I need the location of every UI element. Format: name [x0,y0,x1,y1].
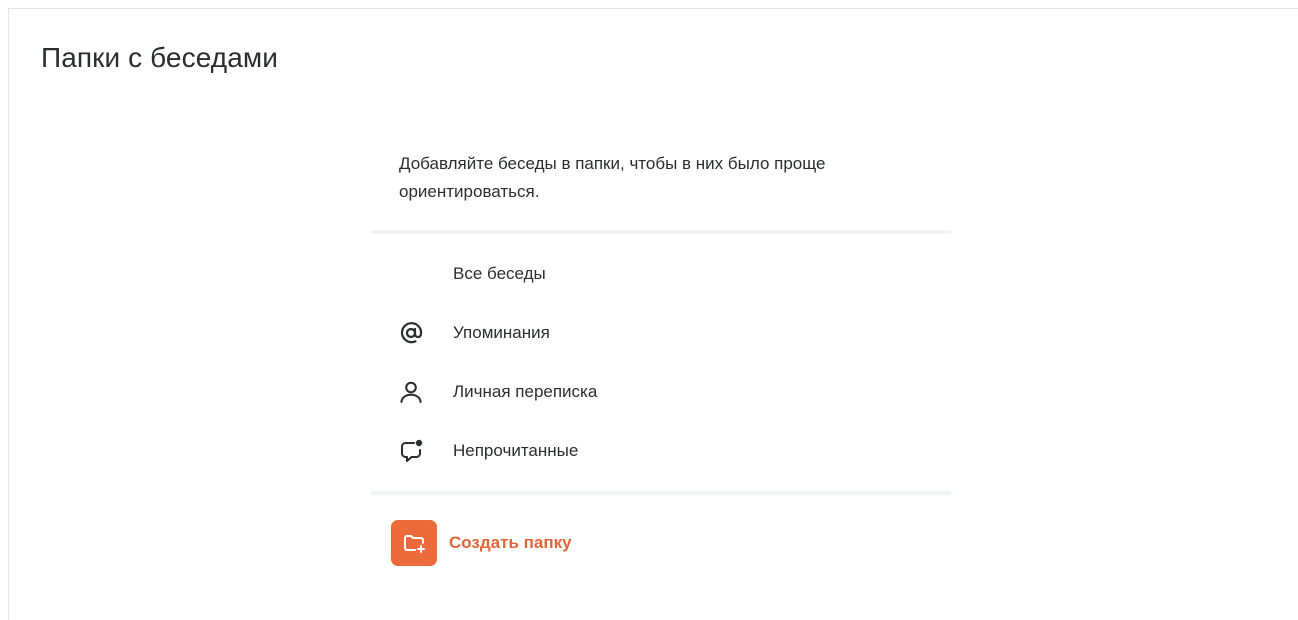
unread-message-icon [391,431,431,471]
divider [371,230,951,234]
page-title: Папки с беседами [41,42,278,73]
folder-item-label: Личная переписка [453,382,598,401]
at-sign-icon [391,313,431,353]
folder-item-all-chats[interactable]: Все беседы [371,245,951,303]
folder-item-label: Упоминания [453,323,550,342]
divider [371,491,951,495]
folder-item-label: Непрочитанные [453,441,579,460]
create-folder-button[interactable]: Создать папку [391,520,572,566]
person-icon [391,372,431,412]
folder-plus-icon [391,520,437,566]
create-folder-label: Создать папку [449,533,572,552]
folder-item-unread[interactable]: Непрочитанные [371,422,951,480]
folder-item-mentions[interactable]: Упоминания [371,304,951,362]
folder-item-label: Все беседы [453,264,546,283]
folders-panel: Папки с беседами Добавляйте беседы в пап… [8,8,1298,620]
folder-item-personal[interactable]: Личная переписка [371,363,951,421]
empty-icon-slot [391,254,431,294]
folders-description: Добавляйте беседы в папки, чтобы в них б… [399,154,826,201]
